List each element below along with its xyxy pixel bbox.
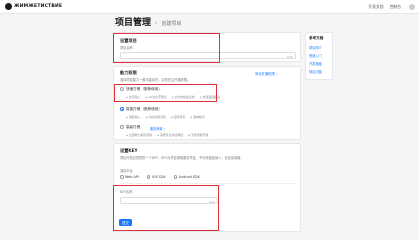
key-section-title: 设置KEY (120, 148, 138, 153)
platform-options: Web API iOS SDK Android SDK (120, 175, 200, 179)
logo-icon (5, 3, 12, 10)
option-features-3: 全部能力都可使用 需要专业评估审核 支持定制开发 (126, 133, 208, 137)
apply-permission-link[interactable]: 申请开通权限 › (255, 71, 277, 76)
project-name-counter: 0/20 (286, 54, 293, 59)
docs-link-quickstart[interactable]: 快速入门 (309, 53, 322, 58)
key-desc: 项目开发必须提供一个KEY，KEY为项目调用服务凭证，不可泄露给他人，请妥善保管… (120, 156, 244, 160)
top-link-console[interactable]: 控制台 (390, 4, 401, 10)
breadcrumb: 项目管理 › 创建项目 (115, 15, 181, 28)
option-label-3[interactable]: 高级打稿 (126, 125, 140, 130)
feature-chip: 语音输入 (126, 115, 141, 119)
crumb-current: 创建项目 (161, 21, 182, 27)
permission-section-title: 能力权限 (120, 70, 137, 75)
highlight-option-1 (114, 84, 217, 102)
option-label-2[interactable]: 智能打稿（推荐使用） (126, 107, 162, 112)
feature-chip: 大段内容识别 (145, 115, 165, 119)
docs-link-guide[interactable]: 开发指南 (309, 61, 322, 66)
platform-option-ios[interactable]: iOS SDK (146, 175, 166, 179)
feature-chip: 全部能力都可使用 (126, 133, 152, 137)
radio-icon (173, 175, 178, 179)
option-features-2: 语音输入 大段内容识别 实时转写 多种格式 (126, 115, 205, 119)
platform-label-android: Android SDK (178, 175, 200, 179)
terms-link[interactable]: 服务条款 › (150, 126, 165, 131)
docs-title: 参考文档 (309, 36, 324, 40)
page-title[interactable]: 项目管理 (115, 15, 151, 28)
avatar[interactable] (409, 4, 415, 10)
docs-link-intro[interactable]: 项目简介 (309, 45, 322, 50)
platform-label-ios: iOS SDK (151, 175, 166, 179)
permission-card: 能力权限 选择项目能力一般可能存在，请您关注开通权限。 申请开通权限 › 快速打… (113, 66, 301, 140)
top-nav: 开发文档 控制台 (368, 4, 415, 10)
brand-name: ЖИМЖЕТИСТВИЕ (14, 4, 63, 9)
docs-link-faq[interactable]: 常见问题 (309, 69, 322, 74)
divider (120, 183, 296, 184)
radio-icon (146, 175, 151, 179)
feature-chip: 实时转写 (171, 115, 186, 119)
brand-logo[interactable]: ЖИМЖЕТИСТВИЕ (5, 3, 62, 10)
option-radio-3[interactable] (120, 125, 124, 129)
platform-option-android[interactable]: Android SDK (173, 175, 200, 179)
feature-chip: 多种格式 (190, 115, 205, 119)
platform-option-web[interactable]: Web API (120, 175, 139, 179)
submit-button[interactable]: 提交 (119, 219, 132, 226)
reference-docs: 参考文档 项目简介 快速入门 开发指南 常见问题 (305, 32, 333, 80)
radio-icon (120, 175, 124, 179)
top-link-docs[interactable]: 开发文档 (368, 4, 383, 10)
option-radio-2[interactable] (120, 107, 124, 111)
chevron-right-icon: › (155, 20, 158, 27)
platform-label: 选择平台 (120, 169, 133, 173)
platform-label-web: Web API (125, 175, 139, 179)
permission-desc: 选择项目能力一般可能存在，请您关注开通权限。 (120, 78, 191, 82)
feature-chip: 需要专业评估审核 (157, 133, 183, 137)
feature-chip: 支持定制开发 (188, 133, 208, 137)
highlight-project (113, 33, 220, 63)
top-bar: ЖИМЖЕТИСТВИЕ 开发文档 控制台 (0, 0, 419, 14)
